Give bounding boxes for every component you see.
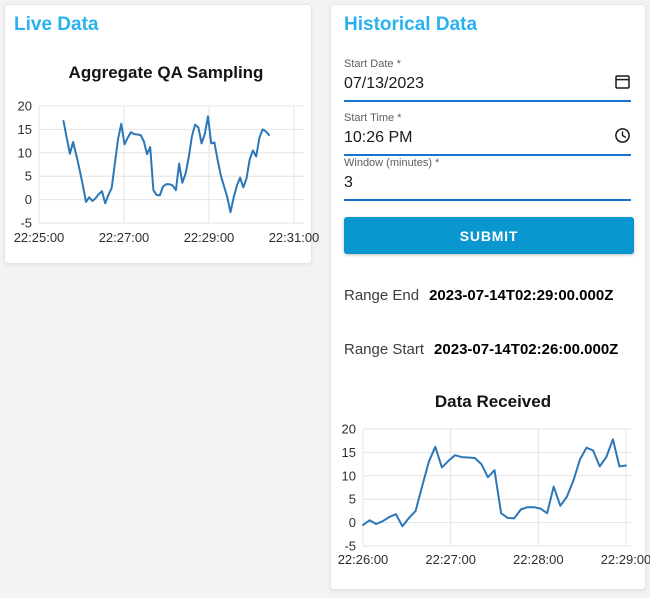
svg-text:15: 15 xyxy=(18,122,32,137)
svg-text:22:27:00: 22:27:00 xyxy=(425,552,476,567)
start-time-field: Start Time * 10:26 PM xyxy=(344,112,631,156)
svg-text:22:29:00: 22:29:00 xyxy=(184,230,235,245)
svg-text:22:26:00: 22:26:00 xyxy=(338,552,389,567)
svg-text:22:27:00: 22:27:00 xyxy=(99,230,150,245)
submit-button[interactable]: SUBMIT xyxy=(344,217,634,254)
aggregate-qa-sampling-chart: 20 15 10 5 0 -522:25:00 22:27:00 22:29:00 22:31:… xyxy=(14,99,320,246)
range-end-value: 2023-07-14T02:29:00.000Z xyxy=(429,287,614,304)
svg-text:10: 10 xyxy=(18,145,32,160)
svg-text:0: 0 xyxy=(349,515,356,530)
live-chart-title: Aggregate QA Sampling xyxy=(68,63,264,82)
calendar-icon[interactable] xyxy=(614,73,631,95)
start-time-label: Start Time * xyxy=(344,112,402,124)
range-start-row: Range Start 2023-07-14T02:26:00.000Z xyxy=(344,341,618,358)
window-minutes-label: Window (minutes) * xyxy=(344,157,440,169)
svg-text:-5: -5 xyxy=(20,216,32,231)
svg-text:22:29:00: 22:29:00 xyxy=(601,552,650,567)
svg-text:20: 20 xyxy=(18,99,32,114)
live-data-title: Live Data xyxy=(14,14,99,35)
window-minutes-field: Window (minutes) * 3 xyxy=(344,157,631,201)
window-minutes-input[interactable]: 3 xyxy=(344,172,631,201)
historical-data-panel: Historical Data Start Date * 07/13/2023 … xyxy=(330,4,650,590)
range-end-row: Range End 2023-07-14T02:29:00.000Z xyxy=(344,287,613,304)
start-date-label: Start Date * xyxy=(344,58,401,70)
range-start-value: 2023-07-14T02:26:00.000Z xyxy=(434,341,619,358)
range-start-label: Range Start xyxy=(344,341,425,358)
svg-text:20: 20 xyxy=(342,422,356,437)
svg-text:0: 0 xyxy=(25,192,32,207)
svg-text:5: 5 xyxy=(25,169,32,184)
window-minutes-value[interactable]: 3 xyxy=(344,174,353,192)
clock-icon[interactable] xyxy=(614,127,631,149)
data-received-chart: 20151050-522:26:00 22:27:00 22:28:00 22:29:… xyxy=(338,422,650,568)
historical-data-title: Historical Data xyxy=(344,14,478,35)
start-date-input[interactable]: 07/13/2023 xyxy=(344,73,631,102)
svg-text:22:28:00: 22:28:00 xyxy=(513,552,564,567)
start-date-value[interactable]: 07/13/2023 xyxy=(344,75,424,93)
start-time-input[interactable]: 10:26 PM xyxy=(344,127,631,156)
svg-text:22:31:00: 22:31:00 xyxy=(269,230,320,245)
svg-text:10: 10 xyxy=(342,468,356,483)
data-received-chart-title: Data Received xyxy=(434,392,552,411)
start-time-value[interactable]: 10:26 PM xyxy=(344,129,412,147)
start-date-field: Start Date * 07/13/2023 xyxy=(344,58,631,102)
live-data-panel: Live Data Aggregate QA Sampling 20 15 10 5 0… xyxy=(4,4,320,264)
svg-text:22:25:00: 22:25:00 xyxy=(14,230,65,245)
svg-text:5: 5 xyxy=(349,492,356,507)
range-end-label: Range End xyxy=(344,287,420,304)
svg-text:15: 15 xyxy=(342,445,356,460)
